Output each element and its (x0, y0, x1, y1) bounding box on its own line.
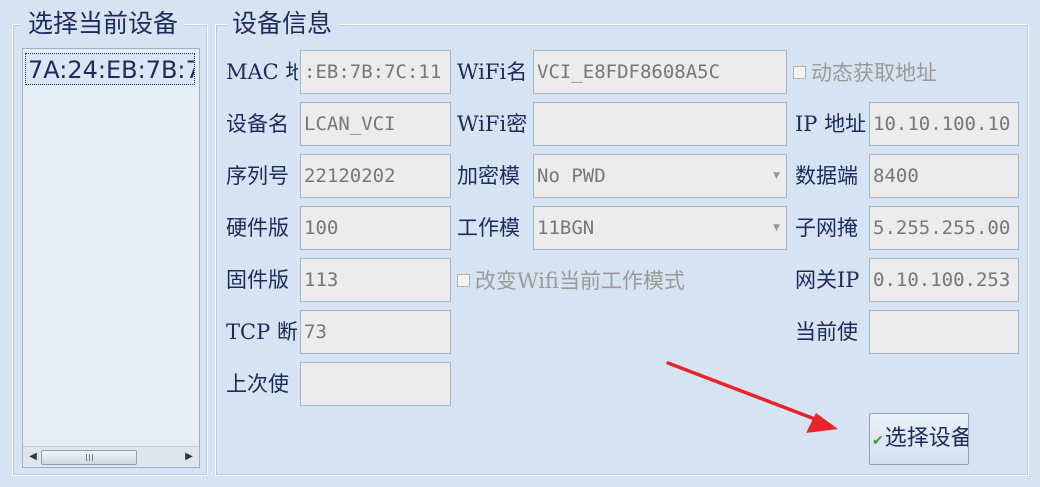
annotation-arrow-icon (666, 361, 838, 433)
chevron-down-icon[interactable]: ▼ (773, 155, 780, 197)
device-name-field[interactable]: LCAN_VCI (300, 102, 451, 146)
fw-version-label: 固件版 (226, 268, 289, 292)
ip-label: IP 地址 (795, 112, 867, 136)
mac-field[interactable]: :EB:7B:7C:11 (300, 50, 451, 94)
serial-label: 序列号 (226, 164, 289, 188)
chevron-down-icon[interactable]: ▼ (773, 207, 780, 249)
dhcp-label: 动态获取地址 (811, 61, 937, 85)
select-device-button[interactable]: ✔选择设备 (869, 413, 969, 465)
subnet-mask-label: 子网掩 (795, 216, 858, 240)
tcp-field[interactable]: 73 (300, 310, 451, 354)
encrypt-mode-value: No PWD (537, 165, 606, 187)
work-mode-select[interactable]: 11BGN ▼ (533, 206, 787, 250)
horizontal-scrollbar[interactable]: ◀ ▶ (23, 446, 199, 467)
scroll-thumb[interactable] (41, 450, 137, 465)
last-used-field[interactable] (300, 362, 451, 406)
gateway-field[interactable]: 0.10.100.253 (869, 258, 1019, 302)
current-use-field[interactable] (869, 310, 1019, 354)
gateway-label: 网关IP (795, 268, 860, 292)
scroll-left-icon[interactable]: ◀ (25, 449, 41, 465)
change-wifi-mode-label: 改变Wifi当前工作模式 (475, 269, 685, 293)
fw-version-field[interactable]: 113 (300, 258, 451, 302)
encrypt-mode-select[interactable]: No PWD ▼ (533, 154, 787, 198)
dhcp-checkbox[interactable]: 动态获取地址 (793, 58, 937, 88)
last-used-label: 上次使 (226, 372, 289, 396)
wifi-pwd-field[interactable] (533, 102, 787, 146)
tcp-label: TCP 断 (226, 320, 298, 344)
serial-field[interactable]: 22120202 (300, 154, 451, 198)
device-list-item[interactable]: 7A:24:EB:7B:7C:11 (25, 53, 195, 85)
hw-version-label: 硬件版 (226, 216, 289, 240)
checkbox-icon[interactable] (793, 66, 806, 79)
mac-label: MAC 地 (226, 60, 298, 84)
device-name-label: 设备名 (226, 112, 289, 136)
wifi-name-field[interactable]: VCI_E8FDF8608A5C (533, 50, 787, 94)
wifi-name-label: WiFi名 (457, 60, 528, 84)
work-mode-label: 工作模 (457, 216, 520, 240)
select-device-label: 选择设备 (884, 426, 969, 451)
device-list[interactable]: 7A:24:EB:7B:7C:11 ◀ ▶ (22, 48, 200, 468)
check-icon: ✔ (872, 433, 884, 449)
change-wifi-mode-checkbox[interactable]: 改变Wifi当前工作模式 (457, 266, 685, 296)
checkbox-icon[interactable] (457, 274, 470, 287)
data-port-field[interactable]: 8400 (869, 154, 1019, 198)
grip-icon (86, 454, 94, 461)
hw-version-field[interactable]: 100 (300, 206, 451, 250)
device-info-title: 设备信息 (226, 10, 339, 38)
data-port-label: 数据端 (795, 164, 858, 188)
encrypt-mode-label: 加密模 (457, 164, 520, 188)
scroll-right-icon[interactable]: ▶ (181, 449, 197, 465)
current-use-label: 当前使 (795, 320, 858, 344)
wifi-pwd-label: WiFi密 (457, 112, 528, 136)
ip-field[interactable]: 10.10.100.10 (869, 102, 1019, 146)
subnet-mask-field[interactable]: 5.255.255.00 (869, 206, 1019, 250)
device-select-title: 选择当前设备 (22, 10, 185, 38)
work-mode-value: 11BGN (537, 217, 595, 239)
